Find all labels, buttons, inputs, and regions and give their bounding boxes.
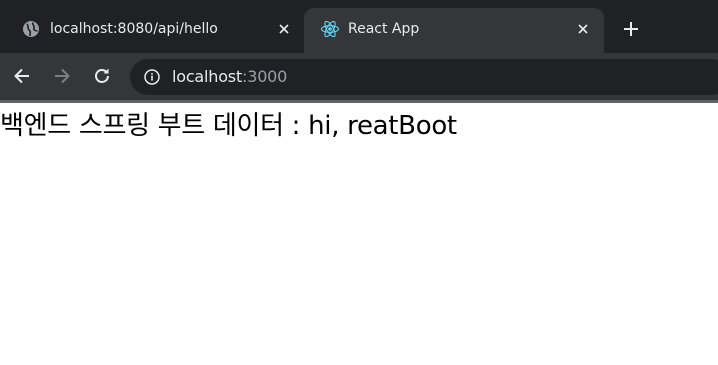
- new-tab-button[interactable]: [618, 16, 644, 42]
- tab-localhost-api-hello[interactable]: localhost:8080/api/hello: [0, 8, 304, 53]
- close-tab-icon[interactable]: [572, 18, 594, 40]
- globe-icon: [23, 21, 39, 37]
- tab-strip: localhost:8080/api/hello React App: [0, 0, 718, 53]
- tab-react-app[interactable]: React App: [304, 8, 604, 53]
- reload-icon: [95, 68, 109, 83]
- reload-button[interactable]: [90, 64, 114, 88]
- arrow-left-icon: [14, 68, 29, 84]
- url-text[interactable]: localhost:3000: [172, 68, 287, 86]
- browser-toolbar: localhost:3000: [0, 53, 718, 100]
- plus-icon: [624, 22, 638, 36]
- info-icon[interactable]: [143, 68, 161, 86]
- url-port: :3000: [242, 67, 288, 86]
- address-bar[interactable]: localhost:3000: [130, 59, 718, 95]
- backend-data-text: 백엔드 스프링 부트 데이터 : hi, reatBoot: [0, 111, 457, 141]
- back-button[interactable]: [10, 64, 34, 88]
- page-content: 백엔드 스프링 부트 데이터 : hi, reatBoot: [0, 103, 718, 365]
- close-tab-icon[interactable]: [273, 18, 295, 40]
- forward-button[interactable]: [50, 64, 74, 88]
- react-icon: [320, 20, 340, 38]
- tab-title: React App: [348, 21, 420, 37]
- tab-title: localhost:8080/api/hello: [50, 21, 218, 37]
- url-host: localhost: [172, 67, 243, 86]
- arrow-right-icon: [55, 68, 70, 84]
